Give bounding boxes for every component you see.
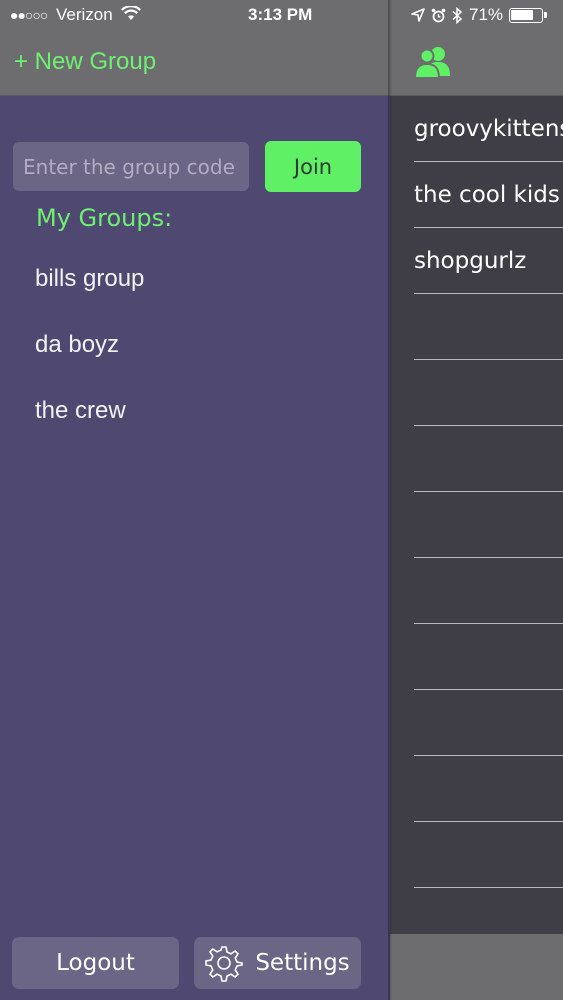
status-time: 3:13 PM (248, 5, 313, 24)
new-group-button[interactable]: + New Group (14, 48, 156, 76)
gear-icon (205, 946, 244, 982)
chat-list: groovykittens the cool kids shopgurlz (414, 96, 563, 888)
logout-label: Logout (56, 950, 135, 976)
chat-row[interactable] (414, 756, 563, 822)
chat-row[interactable] (414, 426, 563, 492)
my-groups-list: bills group da boyz the crew (35, 262, 144, 460)
logout-button[interactable]: Logout (12, 937, 179, 989)
chat-row[interactable] (414, 624, 563, 690)
group-item[interactable]: the crew (35, 394, 144, 460)
bluetooth-icon (452, 6, 463, 24)
my-groups-heading: My Groups: (36, 204, 173, 232)
people-icon[interactable] (414, 45, 454, 79)
chat-row[interactable]: the cool kids (414, 162, 563, 228)
wifi-icon (121, 5, 142, 20)
location-icon (411, 8, 425, 22)
chat-row[interactable] (414, 558, 563, 624)
group-item[interactable]: da boyz (35, 328, 144, 394)
status-right: 71% (411, 5, 548, 25)
battery-percent: 71% (469, 5, 504, 24)
join-button[interactable]: Join (265, 141, 361, 192)
chat-row[interactable] (414, 492, 563, 558)
settings-label: Settings (255, 950, 350, 976)
drawer-shadow (388, 0, 392, 1000)
group-code-input[interactable] (13, 142, 249, 191)
main-footer (390, 934, 563, 1000)
carrier-name: Verizon (56, 5, 113, 24)
alarm-icon (431, 8, 446, 22)
chat-row[interactable] (414, 294, 563, 360)
group-item[interactable]: bills group (35, 262, 144, 328)
chat-row[interactable] (414, 360, 563, 426)
status-carrier: ●●○○○ Verizon (10, 5, 142, 25)
chat-row[interactable]: groovykittens (414, 96, 563, 162)
settings-button[interactable]: Settings (194, 937, 361, 989)
signal-strength-icon: ●●○○○ (10, 7, 48, 23)
chat-row[interactable]: shopgurlz (414, 228, 563, 294)
battery-icon (509, 7, 548, 23)
chat-row[interactable] (414, 690, 563, 756)
chat-row[interactable] (414, 822, 563, 888)
